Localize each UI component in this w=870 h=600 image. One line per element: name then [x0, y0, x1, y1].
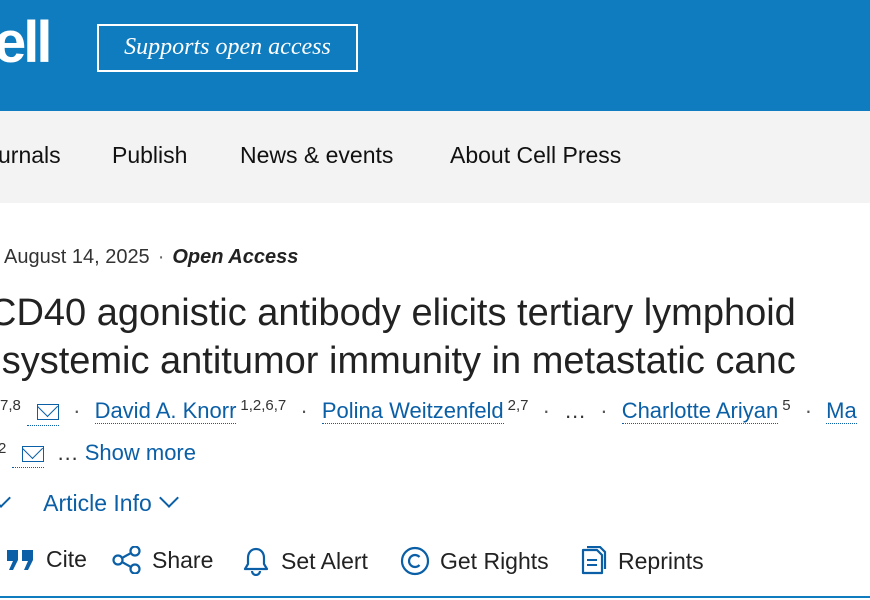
reprints-label: Reprints: [618, 547, 704, 574]
author-list: 7,8 · David A. Knorr 1,2,6,7 · Polina Wei…: [0, 397, 857, 426]
authors-ellipsis: …: [56, 440, 79, 465]
email-author-link[interactable]: [12, 440, 45, 468]
open-access-label: Open Access: [172, 246, 299, 268]
author-affiliation-sup: 7,8: [0, 397, 21, 414]
nav-about-cell-press[interactable]: About Cell Press: [450, 142, 621, 169]
cite-button[interactable]: Cite: [6, 546, 87, 573]
author-separator: ·: [600, 398, 608, 423]
author-list-continued: 2 … Show more: [0, 440, 196, 468]
authors-ellipsis: …: [564, 398, 587, 423]
cell-logo[interactable]: ell: [0, 14, 52, 72]
author-separator: ·: [73, 398, 81, 423]
nav-journals[interactable]: urnals: [0, 142, 61, 169]
supports-open-access-badge[interactable]: Supports open access: [97, 24, 358, 72]
share-label: Share: [152, 546, 214, 573]
nav-news-events[interactable]: News & events: [240, 142, 393, 169]
show-more-authors-button[interactable]: Show more: [85, 440, 196, 465]
article-info-toggle[interactable]: Article Info: [43, 488, 179, 516]
article-toolbar: Cite Share Set Alert Get Rights Reprints: [0, 540, 870, 588]
get-rights-label: Get Rights: [440, 547, 549, 574]
brand-banner: ell Supports open access: [0, 0, 870, 111]
article-info-row: Article Info: [0, 488, 179, 517]
reprints-icon: [581, 546, 607, 575]
share-button[interactable]: Share: [112, 546, 213, 574]
author-polina-weitzenfeld[interactable]: Polina Weitzenfeld: [321, 398, 504, 424]
toolbar-divider: [0, 596, 870, 598]
title-line-2: d systemic antitumor immunity in metasta…: [0, 340, 796, 382]
share-icon: [112, 546, 141, 574]
chevron-down-icon[interactable]: [0, 488, 11, 508]
author-david-knorr[interactable]: David A. Knorr: [94, 398, 237, 424]
title-line-1: l CD40 agonistic antibody elicits tertia…: [0, 292, 796, 334]
quote-icon: [7, 549, 33, 570]
publication-date: , August 14, 2025: [0, 246, 150, 268]
author-separator: ·: [300, 398, 308, 423]
email-author-link[interactable]: [26, 398, 59, 426]
bell-icon: [243, 547, 269, 576]
author-affiliation-sup: 1,2,6,7: [240, 397, 287, 414]
main-nav: urnals Publish News & events About Cell …: [0, 111, 870, 203]
nav-publish[interactable]: Publish: [112, 142, 187, 169]
article-info-label: Article Info: [43, 490, 152, 516]
author-charlotte-ariyan[interactable]: Charlotte Ariyan: [621, 398, 779, 424]
article-title: l CD40 agonistic antibody elicits tertia…: [0, 289, 796, 385]
article-meta: , August 14, 2025 · Open Access: [0, 246, 298, 269]
envelope-icon: [22, 446, 45, 462]
set-alert-label: Set Alert: [281, 547, 368, 574]
envelope-icon: [36, 404, 59, 420]
reprints-button[interactable]: Reprints: [580, 546, 704, 576]
author-separator: ·: [804, 398, 813, 423]
meta-separator: ·: [157, 246, 165, 268]
get-rights-button[interactable]: Get Rights: [400, 546, 549, 576]
copyright-icon: [400, 546, 430, 576]
chevron-down-icon: [158, 488, 179, 508]
cite-label: Cite: [46, 546, 87, 572]
author-affiliation-sup: 5: [782, 397, 791, 414]
author-affiliation-sup: 2,7: [507, 397, 529, 414]
set-alert-button[interactable]: Set Alert: [241, 546, 368, 576]
author-affiliation-sup: 2: [0, 440, 7, 457]
author-truncated[interactable]: Ma: [826, 398, 857, 424]
author-separator: ·: [542, 398, 550, 423]
